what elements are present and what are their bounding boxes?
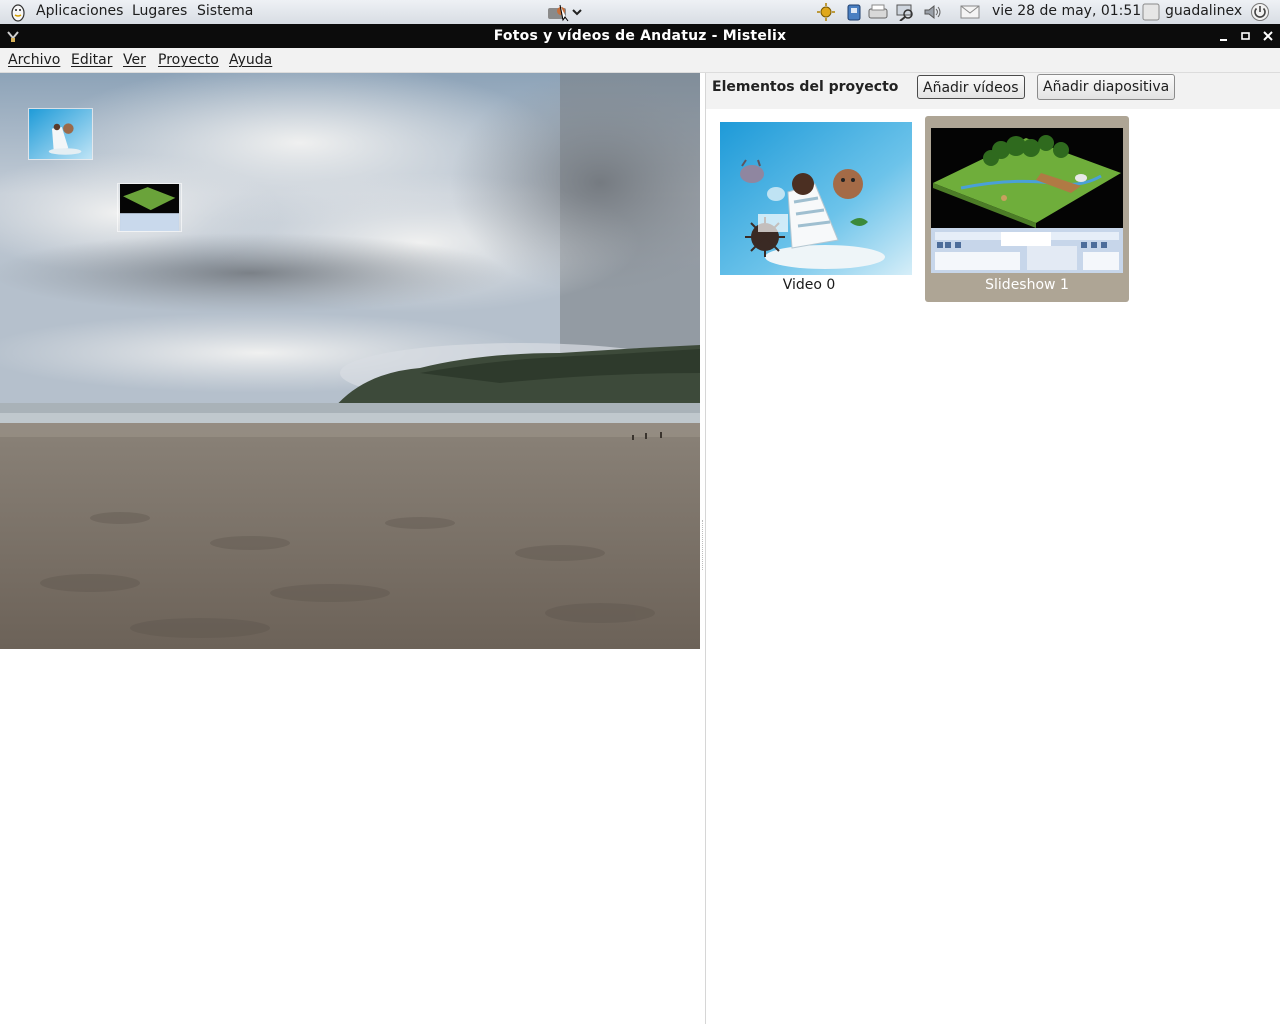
project-canvas[interactable] [0, 73, 700, 649]
slideshow-1-image [931, 128, 1123, 273]
usb-drive-icon[interactable] [845, 3, 863, 21]
app-launcher-icon[interactable] [546, 2, 570, 22]
menu-archivo[interactable]: Archivo [8, 52, 60, 68]
project-element-slideshow-1[interactable]: Slideshow 1 [925, 116, 1129, 302]
volume-icon[interactable] [922, 3, 944, 21]
menu-ayuda[interactable]: Ayuda [229, 52, 272, 68]
slideshow-thumbnail-image [120, 184, 179, 231]
dropdown-arrow-icon[interactable] [570, 3, 584, 21]
top-panel: Aplicaciones Lugares Sistema vie 28 de m… [0, 0, 1280, 25]
panel-clock[interactable]: vie 28 de may, 01:51 [992, 3, 1141, 19]
printer-icon[interactable] [867, 3, 889, 21]
video-thumbnail-image [29, 109, 92, 159]
power-icon[interactable] [1250, 2, 1270, 22]
video-0-image [720, 122, 912, 275]
panel-user-name[interactable]: guadalinex [1165, 3, 1242, 19]
panel-menu-system[interactable]: Sistema [197, 3, 253, 19]
window-titlebar[interactable]: Fotos y vídeos de Andatuz - Mistelix [0, 24, 1280, 48]
window-title: Fotos y vídeos de Andatuz - Mistelix [493, 28, 787, 44]
video-0-label: Video 0 [782, 277, 836, 293]
user-icon [1142, 3, 1160, 21]
minimize-icon[interactable] [1216, 28, 1232, 44]
panel-menu-places[interactable]: Lugares [132, 3, 187, 19]
update-sun-icon[interactable] [816, 3, 836, 21]
mail-icon[interactable] [959, 3, 981, 21]
project-elements-panel: Elementos del proyecto Añadir vídeos Aña… [705, 73, 1280, 1024]
video-0-thumbnail [720, 122, 912, 275]
slideshow-1-label: Slideshow 1 [985, 277, 1069, 293]
menu-editar[interactable]: Editar [71, 52, 112, 68]
slideshow-1-thumbnail [931, 128, 1123, 281]
panel-menu-applications[interactable]: Aplicaciones [36, 3, 123, 19]
menu-proyecto[interactable]: Proyecto [158, 52, 219, 68]
add-slideshow-button[interactable]: Añadir diapositiva [1037, 74, 1176, 100]
menu-ver[interactable]: Ver [123, 52, 146, 68]
project-elements-header: Elementos del proyecto Añadir vídeos Aña… [706, 73, 1280, 109]
maximize-icon[interactable] [1238, 28, 1254, 44]
add-videos-button[interactable]: Añadir vídeos [917, 75, 1025, 99]
close-icon[interactable] [1260, 28, 1276, 44]
canvas-video-thumbnail[interactable] [28, 108, 93, 160]
network-search-icon[interactable] [894, 3, 916, 21]
guadalinex-logo-icon[interactable] [8, 2, 28, 22]
project-element-video-0[interactable]: Video 0 [708, 117, 912, 301]
beach-background-image [0, 73, 700, 649]
canvas-slideshow-thumbnail[interactable] [117, 183, 182, 232]
menubar: Archivo Editar Ver Proyecto Ayuda [0, 48, 1280, 73]
project-elements-title: Elementos del proyecto [712, 79, 899, 95]
